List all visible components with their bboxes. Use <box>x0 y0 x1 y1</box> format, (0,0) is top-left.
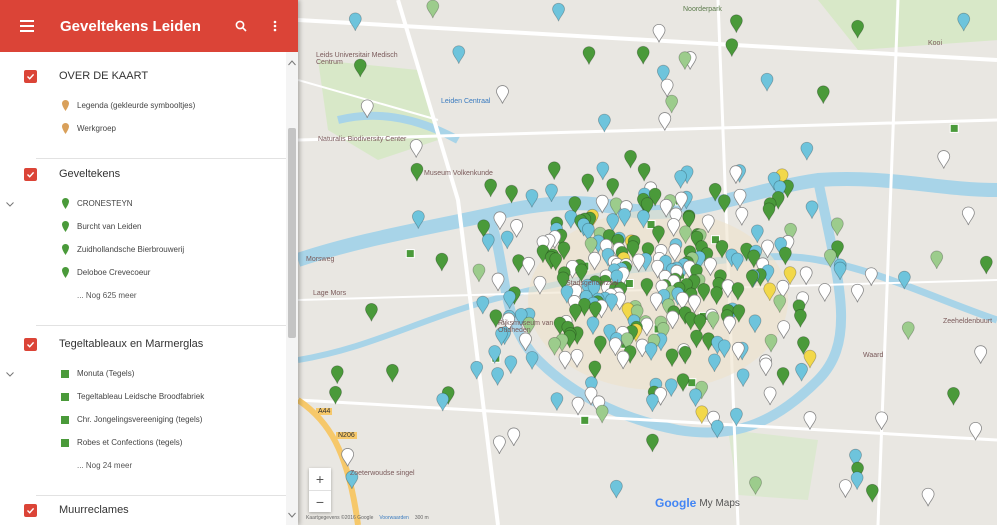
map-label-a44: A44 <box>316 408 333 415</box>
item-label: Werkgroep <box>77 124 116 133</box>
layer-tegeltableaux: Tegeltableaux en Marmerglas Monuta (Tege… <box>0 326 298 476</box>
square-green-icon <box>59 438 71 447</box>
layers-list[interactable]: OVER DE KAART Legenda (gekleurde symbool… <box>0 52 298 525</box>
layer-title: Geveltekens <box>59 168 121 180</box>
layer-checkbox[interactable] <box>24 167 37 181</box>
item-label: Monuta (Tegels) <box>77 369 135 378</box>
map-label-museum-volkenkunde: Museum Volkenkunde <box>424 170 493 177</box>
item-label: Robes et Confections (tegels) <box>77 438 183 447</box>
scroll-up-icon[interactable] <box>288 60 296 66</box>
layer-geveltekens: Geveltekens CRONESTEYN Burcht van Leiden… <box>0 156 298 306</box>
map-label-kooi: Kooi <box>928 40 943 47</box>
map-marker-square[interactable] <box>580 415 590 425</box>
layer-title: Tegeltableaux en Marmerglas <box>59 338 204 350</box>
scrollbar-thumb[interactable] <box>288 128 296 338</box>
my-maps-text: My Maps <box>699 497 740 509</box>
zoom-control: + − <box>309 468 331 512</box>
scroll-down-icon[interactable] <box>288 512 296 518</box>
list-item[interactable]: Chr. Jongelingsvereeniging (tegels) <box>0 408 298 431</box>
square-green-icon <box>59 369 71 378</box>
item-label: CRONESTEYN <box>77 199 133 208</box>
map-label-naturalis: Naturalis Biodiversity Center <box>318 136 407 143</box>
map-label-lumc: Leids Universitair Medisch Centrum <box>316 52 398 66</box>
layer-title: OVER DE KAART <box>59 70 149 82</box>
pin-orange-icon <box>59 123 71 134</box>
map-background[interactable] <box>298 0 997 525</box>
map-label-n206: N206 <box>336 432 357 439</box>
map-canvas[interactable]: Noorderpark Leids Universitair Medisch C… <box>298 0 997 525</box>
google-logo: Google <box>655 496 697 510</box>
item-label: Deloboe Crevecoeur <box>77 268 151 277</box>
layer-checkbox[interactable] <box>24 69 37 83</box>
map-label-noorderpark: Noorderpark <box>683 6 722 13</box>
map-label-station: Leiden Centraal <box>441 98 491 105</box>
layer-muurreclames: Muurreclames <box>0 492 298 525</box>
map-label-zeeheldenbuurt: Zeeheldenbuurt <box>943 318 993 325</box>
list-item[interactable]: Deloboe Crevecoeur <box>0 261 298 284</box>
pin-orange-icon <box>59 100 71 111</box>
pin-green-icon <box>59 267 71 278</box>
list-item[interactable]: Werkgroep <box>0 117 298 140</box>
search-icon[interactable] <box>230 15 252 37</box>
more-options-icon[interactable] <box>264 15 286 37</box>
attribution-data: Kaartgegevens ©2016 Google <box>306 515 374 521</box>
map-label-stadsgehoorzaal: Stadsgehoorzaal <box>566 280 619 287</box>
terms-link[interactable]: Voorwaarden <box>379 515 408 521</box>
sidebar-panel: Geveltekens Leiden OVER DE KAART Legenda… <box>0 0 298 525</box>
show-more-link[interactable]: ... Nog 24 meer <box>0 454 298 476</box>
map-label-waard: Waard <box>863 352 884 359</box>
list-item[interactable]: Legenda (gekleurde symbooltjes) <box>0 94 298 117</box>
zoom-in-button[interactable]: + <box>309 468 331 490</box>
map-label-lage-mors: Lage Mors <box>313 290 347 297</box>
item-label: Legenda (gekleurde symbooltjes) <box>77 101 196 110</box>
item-label: Zuidhollandsche Bierbrouwerij <box>77 245 185 254</box>
list-item[interactable]: Robes et Confections (tegels) <box>0 431 298 454</box>
layer-checkbox[interactable] <box>24 503 37 517</box>
zoom-out-button[interactable]: − <box>309 490 331 512</box>
item-label: Chr. Jongelingsvereeniging (tegels) <box>77 415 203 424</box>
map-label-rmo: Rijksmuseum van Oudheden <box>498 320 554 334</box>
pin-green-icon <box>59 198 71 209</box>
map-marker-square[interactable] <box>405 249 415 259</box>
chevron-down-icon[interactable] <box>4 198 16 210</box>
map-label-zoeterwoudse-singel: Zoeterwoudse singel <box>350 470 415 477</box>
layer-title: Muurreclames <box>59 504 129 516</box>
list-item[interactable]: Burcht van Leiden <box>0 215 298 238</box>
show-more-link[interactable]: ... Nog 625 meer <box>0 284 298 306</box>
layer-checkbox[interactable] <box>24 337 37 351</box>
pin-green-icon <box>59 244 71 255</box>
chevron-down-icon[interactable] <box>4 368 16 380</box>
list-item[interactable]: Zuidhollandsche Bierbrouwerij <box>0 238 298 261</box>
map-title: Geveltekens Leiden <box>60 17 201 35</box>
pin-green-icon <box>59 221 71 232</box>
scale-label: 300 m <box>414 515 429 521</box>
layer-over-de-kaart: OVER DE KAART Legenda (gekleurde symbool… <box>0 58 298 140</box>
map-label-morsweg: Morsweg <box>306 256 335 263</box>
menu-icon[interactable] <box>20 15 42 37</box>
list-item[interactable]: CRONESTEYN <box>0 192 298 215</box>
map-marker-square[interactable] <box>949 123 959 133</box>
list-item[interactable]: Monuta (Tegels) <box>0 362 298 385</box>
google-my-maps-logo: Google My Maps <box>655 496 740 510</box>
app-header: Geveltekens Leiden <box>0 0 298 52</box>
map-attribution: Kaartgegevens ©2016 Google Voorwaarden 3… <box>306 515 429 521</box>
item-label: Burcht van Leiden <box>77 222 142 231</box>
square-green-icon <box>59 415 71 424</box>
list-item[interactable]: Tegeltableau Leidsche Broodfabriek <box>0 385 298 408</box>
square-green-icon <box>59 392 71 401</box>
item-label: Tegeltableau Leidsche Broodfabriek <box>77 392 205 401</box>
